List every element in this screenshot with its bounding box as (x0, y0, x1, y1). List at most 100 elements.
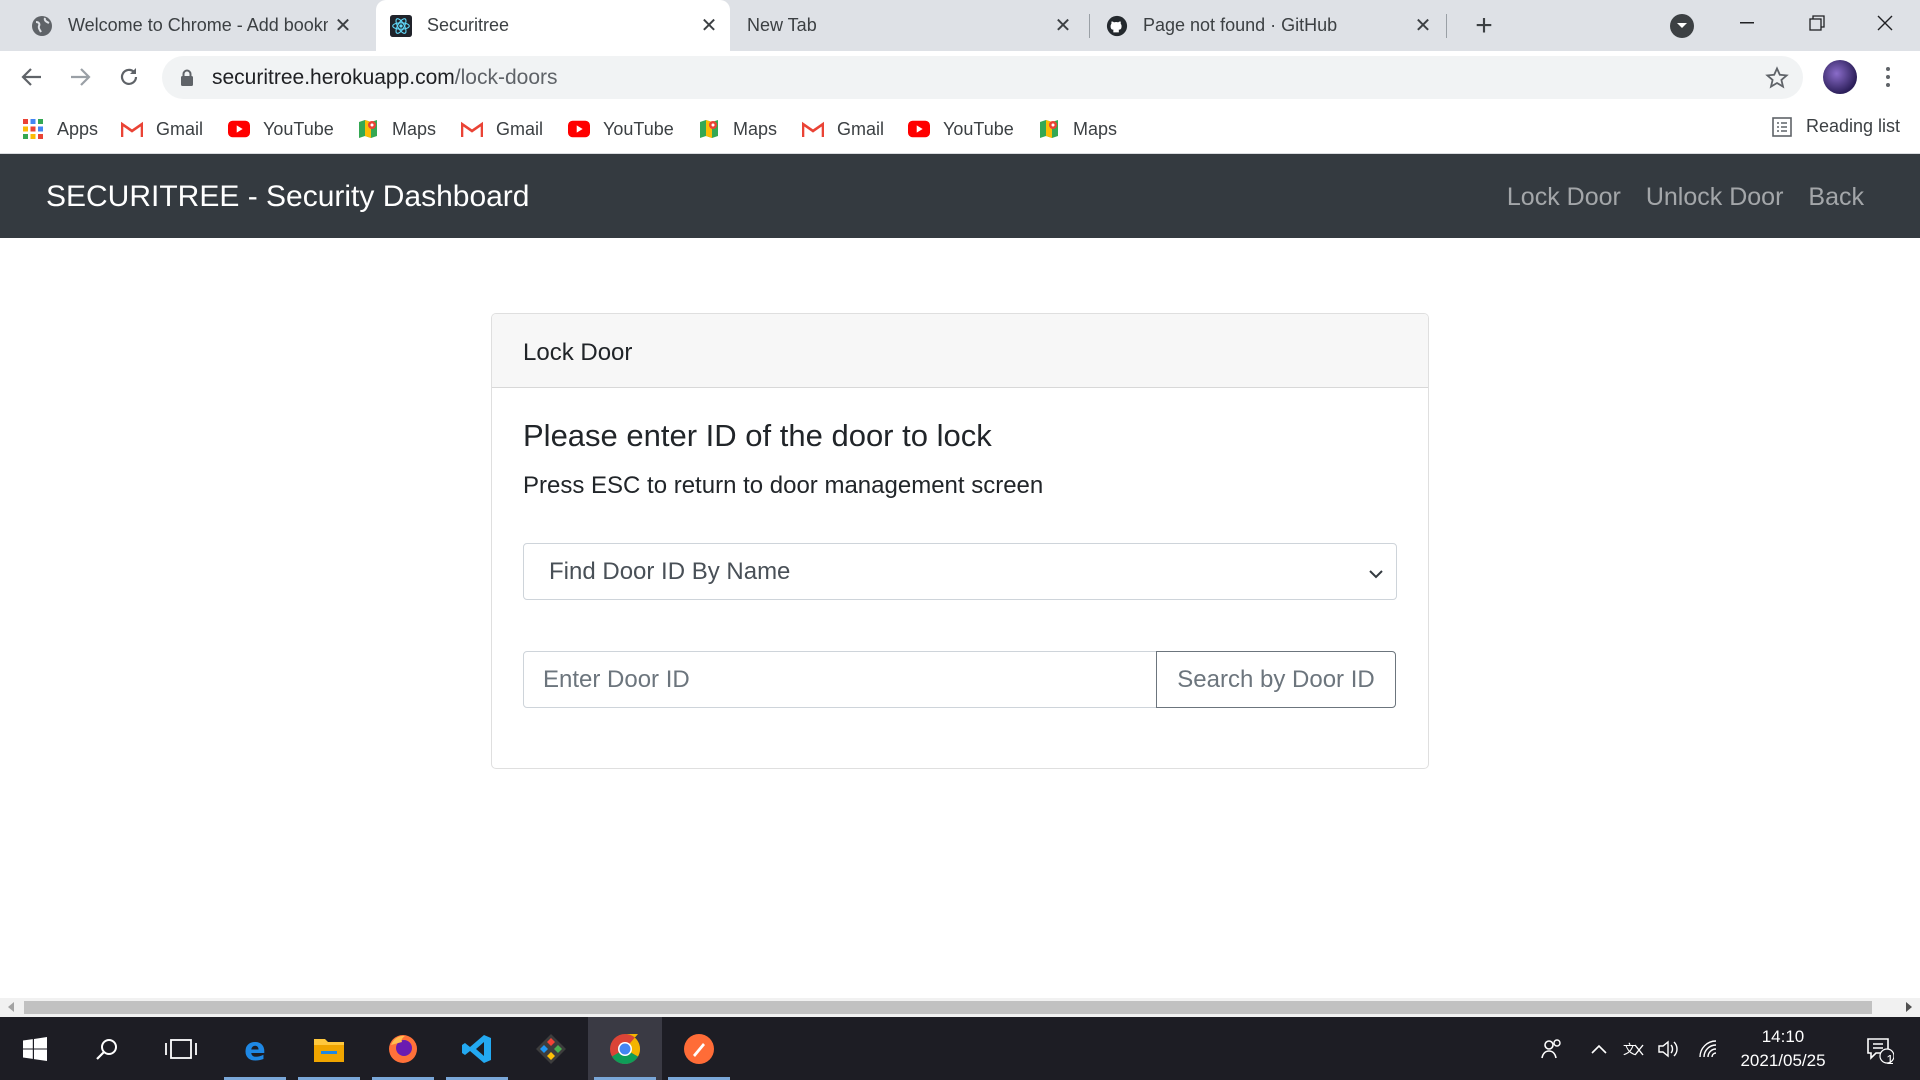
search-by-door-id-button[interactable]: Search by Door ID (1156, 651, 1396, 708)
keyboard-ime-icon: 文 (1623, 1043, 1644, 1058)
react-icon (390, 14, 412, 37)
people-button[interactable] (1530, 1017, 1574, 1080)
tab-search-button[interactable] (1670, 14, 1694, 38)
bookmark-label: YouTube (603, 118, 674, 139)
people-icon (1541, 1038, 1561, 1058)
select-value: Find Door ID By Name (549, 558, 791, 585)
nav-lock-door[interactable]: Lock Door (1507, 183, 1621, 212)
navbar-links: Lock Door Unlock Door Back (1507, 183, 1864, 212)
bookmark-label: Maps (1073, 118, 1118, 139)
taskbar-postman[interactable] (662, 1017, 736, 1080)
restore-icon (1809, 14, 1825, 31)
minimize-button[interactable] (1712, 0, 1782, 45)
notification-count: 1 (1886, 1052, 1894, 1067)
bookmark-maps[interactable]: Maps (1038, 116, 1117, 142)
reload-button[interactable] (111, 59, 147, 95)
taskbar-vscode[interactable] (440, 1017, 514, 1080)
nav-unlock-door[interactable]: Unlock Door (1646, 183, 1784, 212)
close-tab-icon[interactable]: ✕ (1052, 14, 1074, 37)
tab-securitree[interactable]: Securitree ✕ (376, 0, 730, 51)
bookmark-gmail[interactable]: Gmail (461, 116, 543, 142)
url-path: /lock-doors (454, 66, 558, 89)
close-tab-icon[interactable]: ✕ (1412, 14, 1434, 37)
new-tab-button[interactable]: + (1468, 10, 1500, 42)
edge-icon: e (244, 1033, 266, 1065)
app-brand[interactable]: SECURITREE - Security Dashboard (46, 180, 530, 214)
tab-welcome[interactable]: Welcome to Chrome - Add bookmarks ✕ (0, 0, 364, 51)
reading-list-label: Reading list (1806, 116, 1901, 136)
bookmark-apps[interactable]: Apps (22, 116, 98, 142)
bookmark-star-icon[interactable] (1765, 66, 1789, 95)
wifi-icon (1699, 1039, 1717, 1057)
show-hidden-icons-button[interactable] (1584, 1017, 1614, 1080)
address-bar[interactable]: securitree.herokuapp.com/lock-doors (162, 56, 1803, 99)
bookmark-label: YouTube (943, 118, 1014, 139)
bookmark-gmail[interactable]: Gmail (121, 116, 203, 142)
taskbar-git-tool[interactable] (514, 1017, 588, 1080)
task-view-button[interactable] (144, 1017, 218, 1080)
door-name-select[interactable]: Find Door ID By Name (523, 543, 1397, 600)
chevron-up-icon (1591, 1044, 1607, 1054)
chrome-menu-icon[interactable] (1876, 61, 1900, 93)
bookmark-youtube[interactable]: YouTube (568, 116, 674, 142)
close-tab-icon[interactable]: ✕ (698, 14, 720, 37)
lock-door-card: Lock Door Please enter ID of the door to… (491, 313, 1429, 769)
maps-icon (698, 118, 720, 140)
vscode-icon (462, 1034, 491, 1063)
scroll-left-icon[interactable] (8, 1002, 14, 1012)
folder-icon (314, 1038, 344, 1062)
taskbar-chrome[interactable] (588, 1017, 662, 1080)
bookmark-maps[interactable]: Maps (698, 116, 777, 142)
tab-new-tab[interactable]: New Tab ✕ (730, 0, 1084, 51)
tab-separator (1446, 14, 1447, 38)
tab-title: Welcome to Chrome - Add bookmarks (68, 15, 328, 35)
url-text[interactable]: securitree.herokuapp.com/lock-doors (212, 66, 558, 90)
taskbar-firefox[interactable] (366, 1017, 440, 1080)
git-kraken-icon (536, 1033, 566, 1064)
bookmark-label: YouTube (263, 118, 334, 139)
tab-github[interactable]: Page not found · GitHub ✕ (1090, 0, 1444, 51)
door-id-input[interactable] (523, 651, 1157, 708)
start-button[interactable] (0, 1017, 70, 1080)
nav-back[interactable]: Back (1808, 183, 1864, 212)
bookmark-gmail[interactable]: Gmail (802, 116, 884, 142)
apps-grid-icon (22, 118, 44, 140)
bookmark-label: Gmail (496, 118, 544, 139)
taskbar-file-explorer[interactable] (292, 1017, 366, 1080)
app-navbar: SECURITREE - Security Dashboard Lock Doo… (0, 154, 1920, 238)
scroll-right-icon[interactable] (1906, 1002, 1912, 1012)
gmail-icon (802, 118, 824, 140)
action-center-button[interactable]: 1 (1854, 1017, 1904, 1080)
bookmark-youtube[interactable]: YouTube (908, 116, 1014, 142)
taskbar-clock[interactable]: 14:10 2021/05/25 (1730, 1025, 1836, 1073)
bookmark-label: Gmail (837, 118, 885, 139)
firefox-icon (389, 1034, 417, 1063)
search-taskbar-button[interactable] (70, 1017, 144, 1080)
reload-icon (120, 68, 138, 85)
tab-strip: Welcome to Chrome - Add bookmarks ✕ Secu… (0, 0, 1920, 51)
task-view-icon (165, 1038, 197, 1059)
back-button[interactable] (14, 59, 50, 95)
minimize-icon (1740, 21, 1754, 23)
bookmark-maps[interactable]: Maps (357, 116, 436, 142)
restore-button[interactable] (1782, 0, 1852, 45)
close-window-button[interactable] (1850, 0, 1920, 45)
gmail-icon (121, 118, 143, 140)
tab-title: Page not found · GitHub (1143, 15, 1338, 35)
close-icon (1877, 15, 1893, 30)
horizontal-scrollbar[interactable] (0, 998, 1920, 1017)
profile-avatar[interactable] (1823, 60, 1857, 94)
svg-text:e: e (244, 1033, 266, 1065)
ime-indicator[interactable]: 文 (1618, 1017, 1648, 1080)
taskbar-edge[interactable]: e (218, 1017, 292, 1080)
clock-date: 2021/05/25 (1740, 1051, 1826, 1070)
reading-list-button[interactable]: Reading list (1772, 116, 1900, 137)
forward-button[interactable] (62, 59, 98, 95)
network-button[interactable] (1694, 1017, 1724, 1080)
browser-toolbar: securitree.herokuapp.com/lock-doors (0, 51, 1920, 104)
close-tab-icon[interactable]: ✕ (332, 14, 354, 37)
volume-button[interactable] (1654, 1017, 1684, 1080)
bookmark-youtube[interactable]: YouTube (228, 116, 334, 142)
maps-icon (1038, 118, 1060, 140)
scrollbar-thumb[interactable] (24, 1001, 1872, 1014)
